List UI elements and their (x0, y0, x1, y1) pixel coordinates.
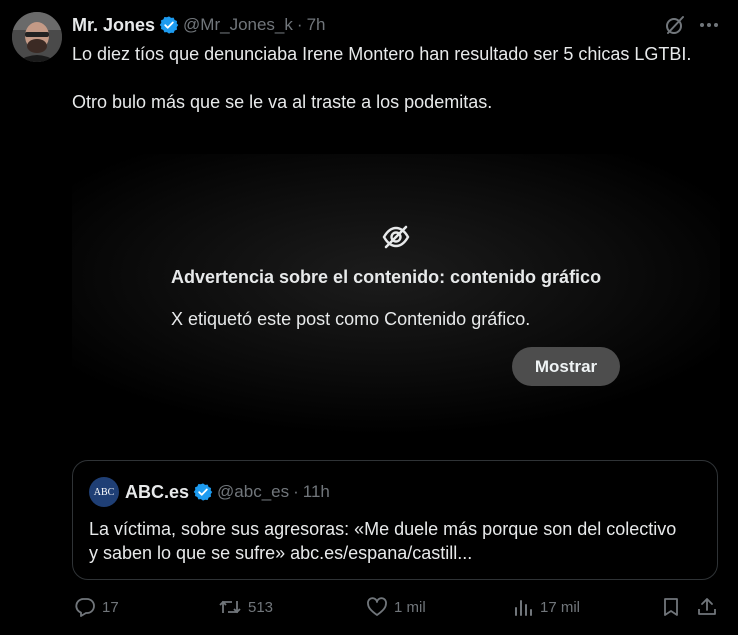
action-bar: 17 513 1 mil 17 mil (72, 596, 722, 624)
views-count: 17 mil (540, 598, 581, 616)
heart-icon (367, 597, 387, 616)
post-time[interactable]: 7h (307, 15, 326, 35)
quoted-author-name: ABC.es (125, 481, 190, 502)
share-button[interactable] (696, 596, 718, 618)
like-button[interactable]: 1 mil (366, 596, 426, 618)
repost-count: 513 (248, 598, 274, 616)
more-options-icon[interactable] (698, 14, 720, 41)
sensitive-media-warning: Advertencia sobre el contenido: contenid… (72, 154, 720, 444)
tweet-text-paragraph-2: Otro bulo más que se le va al traste a l… (72, 92, 493, 112)
quoted-post-text: La víctima, sobre sus agresoras: «Me due… (89, 519, 677, 563)
repost-icon (219, 600, 241, 614)
tweet-header: Mr. Jones @Mr_Jones_k · 7h (72, 13, 325, 37)
repost-button[interactable]: 513 (218, 596, 273, 618)
abc-logo-avatar: ABC (89, 477, 119, 507)
show-media-button[interactable]: Mostrar (512, 347, 620, 386)
bookmark-icon (664, 598, 678, 616)
quoted-post-time: 11h (302, 482, 330, 501)
analytics-icon (515, 600, 532, 616)
tweet-text: Lo diez tíos que denunciaba Irene Monter… (72, 42, 712, 114)
verified-badge-icon (159, 15, 179, 35)
views-button[interactable]: 17 mil (512, 596, 580, 618)
quoted-author-handle: @abc_es (217, 482, 290, 501)
separator-dot: · (296, 15, 303, 34)
verified-badge-icon (193, 482, 213, 502)
bookmark-button[interactable] (660, 596, 682, 618)
reply-count: 17 (102, 598, 119, 616)
avatar[interactable] (12, 12, 62, 62)
quoted-post[interactable]: ABC ABC.es @abc_es · 11h La víctima, sob… (72, 460, 718, 580)
separator-dot: · (293, 482, 299, 501)
grok-icon[interactable] (664, 14, 686, 41)
tweet-text-paragraph-1: Lo diez tíos que denunciaba Irene Monter… (72, 44, 692, 64)
author-handle[interactable]: @Mr_Jones_k (183, 15, 293, 35)
reply-icon (75, 598, 95, 617)
author-name[interactable]: Mr. Jones (72, 15, 155, 36)
warning-title: Advertencia sobre el contenido: contenid… (171, 267, 602, 287)
quoted-post-header: ABC ABC.es @abc_es · 11h (89, 477, 330, 507)
eye-slash-icon (381, 222, 411, 257)
abc-logo-text: ABC (93, 486, 115, 498)
reply-button[interactable]: 17 (74, 596, 119, 618)
warning-text: X etiquetó este post como Contenido gráf… (171, 309, 531, 329)
share-icon (698, 598, 716, 615)
like-count: 1 mil (394, 598, 426, 616)
